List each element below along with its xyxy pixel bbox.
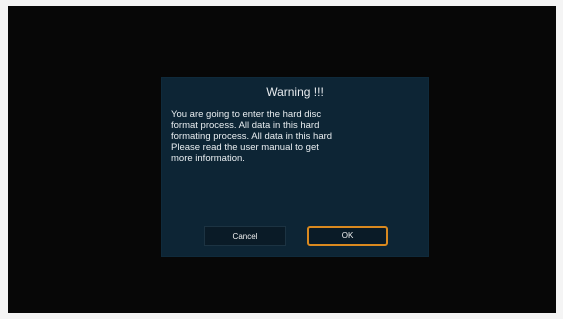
message-line: format process. All data in this hard xyxy=(171,120,320,131)
message-line: more information. xyxy=(171,153,245,164)
dialog-message: You are going to enter the hard disc for… xyxy=(171,109,421,164)
message-line: Please read the user manual to get xyxy=(171,142,319,153)
warning-dialog: Warning !!! You are going to enter the h… xyxy=(162,78,428,256)
ok-button[interactable]: OK xyxy=(307,226,388,246)
message-line: formating process. All data in this hard xyxy=(171,131,333,142)
message-line: You are going to enter the hard disc xyxy=(171,109,322,120)
cancel-button[interactable]: Cancel xyxy=(204,226,286,246)
dialog-title: Warning !!! xyxy=(266,85,324,99)
screenshot-frame: Warning !!! You are going to enter the h… xyxy=(0,0,563,319)
